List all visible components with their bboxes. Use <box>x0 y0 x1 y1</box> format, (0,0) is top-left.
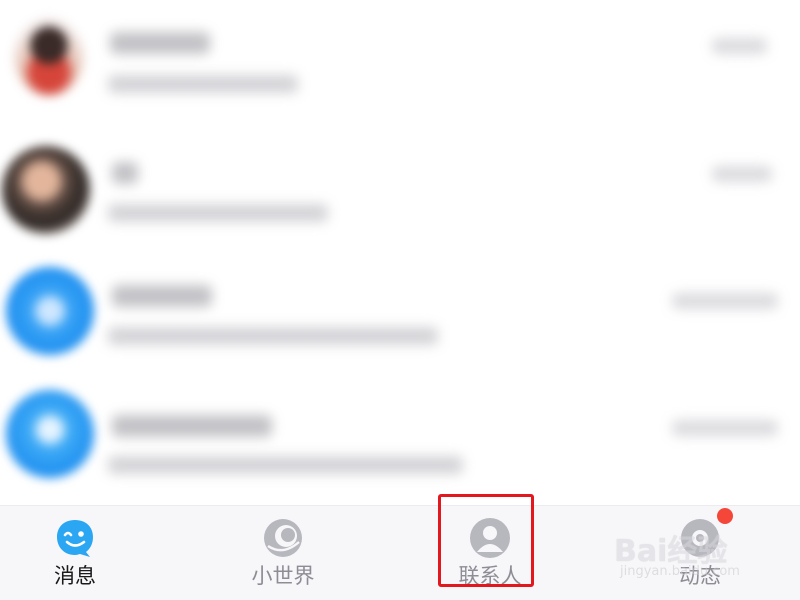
conversation-row[interactable] <box>0 0 800 125</box>
qq-app-screen: 消息 小世界 联系人 动态 Bai经验 jingyan.baidu.com <box>0 0 800 600</box>
tab-small-world-label: 小世界 <box>251 564 315 588</box>
conversation-row[interactable] <box>0 247 800 372</box>
conversation-time-blurred <box>712 166 772 182</box>
tab-messages-label: 消息 <box>54 564 96 588</box>
moments-notification-badge <box>717 508 733 524</box>
bottom-tab-bar: 消息 小世界 联系人 动态 <box>0 505 800 600</box>
conversation-time-blurred <box>712 38 767 54</box>
tab-small-world[interactable]: 小世界 <box>213 506 353 600</box>
small-world-planet-icon <box>261 516 305 560</box>
qq-penguin-wink-icon <box>53 516 97 560</box>
avatar <box>6 390 94 478</box>
avatar <box>14 18 84 96</box>
moments-icon <box>678 516 722 560</box>
conversation-name-blurred <box>112 285 212 307</box>
conversation-name-blurred <box>112 415 272 437</box>
tab-moments-label: 动态 <box>679 564 721 588</box>
avatar <box>2 146 90 234</box>
conversation-row[interactable] <box>0 370 800 495</box>
conversation-preview-blurred <box>108 75 298 93</box>
tab-messages[interactable]: 消息 <box>5 506 145 600</box>
contacts-highlight-annotation <box>438 494 534 587</box>
conversation-time-blurred <box>672 293 778 309</box>
avatar <box>6 267 94 355</box>
conversation-list[interactable] <box>0 0 800 505</box>
conversation-preview-blurred <box>108 327 438 345</box>
conversation-preview-blurred <box>108 456 463 474</box>
tab-moments[interactable]: 动态 <box>630 506 770 600</box>
conversation-name-blurred <box>110 32 210 54</box>
conversation-name-blurred <box>112 162 138 184</box>
conversation-preview-blurred <box>108 204 328 222</box>
conversation-time-blurred <box>672 420 778 436</box>
conversation-row[interactable] <box>0 124 800 249</box>
